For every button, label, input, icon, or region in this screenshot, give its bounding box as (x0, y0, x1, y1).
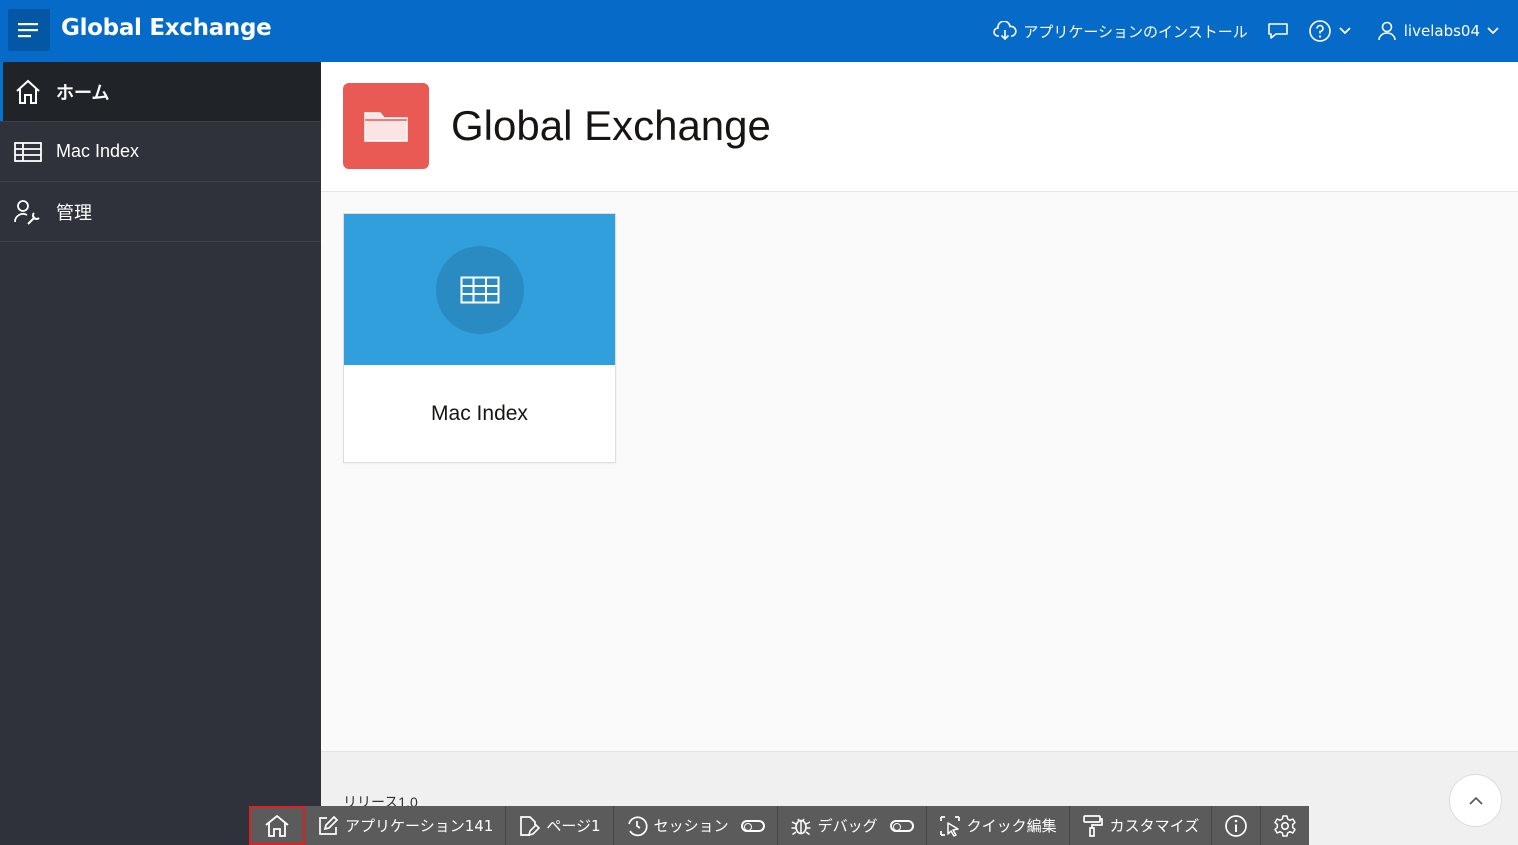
sidebar-item-label: 管理 (56, 202, 92, 223)
devbar-customize-button[interactable]: カスタマイズ (1070, 806, 1213, 845)
table-icon (460, 276, 499, 303)
page-title: Global Exchange (451, 102, 771, 149)
folder-icon (364, 112, 408, 142)
devbar-session-label: セッション (653, 817, 729, 835)
card-mac-index[interactable]: Mac Index (343, 213, 616, 463)
devbar-quick-edit-label: クイック編集 (966, 817, 1057, 835)
app-header: Global Exchange アプリケーションのインストール livelabs… (0, 0, 1518, 62)
page-hero: Global Exchange (321, 62, 1518, 192)
card-header (344, 214, 615, 365)
devbar-info-button[interactable] (1212, 806, 1262, 845)
devbar-debug-label: デバッグ (817, 817, 878, 835)
scroll-to-top-button[interactable] (1449, 774, 1502, 827)
sidebar-item-home[interactable]: ホーム (0, 62, 321, 122)
devbar-settings-button[interactable] (1261, 806, 1309, 845)
hero-icon-tile (343, 83, 429, 169)
bug-icon (791, 818, 811, 835)
devbar-application-button[interactable]: アプリケーション141 (305, 806, 507, 845)
devbar-debug-button[interactable]: デバッグ (778, 806, 927, 845)
devbar-customize-label: カスタマイズ (1109, 817, 1200, 835)
home-icon (264, 814, 289, 837)
devbar-home-button[interactable] (249, 806, 305, 845)
developer-toolbar: アプリケーション141 ページ1 セッション デバッグ クイック編集 カスタマイ… (249, 806, 1310, 845)
cloud-download-icon (993, 21, 1018, 41)
table-icon (14, 141, 42, 162)
sidebar-item-admin[interactable]: 管理 (0, 182, 321, 242)
user-name: livelabs04 (1403, 22, 1480, 40)
toggle-icon (889, 819, 914, 832)
devbar-page-label: ページ1 (546, 817, 601, 835)
paint-roller-icon (1082, 814, 1103, 837)
devbar-session-button[interactable]: セッション (614, 806, 778, 845)
page-edit-icon (520, 815, 541, 836)
user-menu-button[interactable]: livelabs04 (1376, 20, 1500, 42)
help-menu-button[interactable] (1308, 19, 1352, 43)
chat-bubble-icon (1267, 23, 1288, 39)
info-icon (1225, 814, 1248, 837)
chevron-down-icon (1339, 27, 1351, 35)
home-icon (16, 79, 40, 104)
user-icon (1377, 21, 1396, 41)
user-wrench-icon (14, 199, 40, 225)
feedback-button[interactable] (1266, 21, 1290, 41)
chevron-down-icon (1487, 27, 1499, 35)
sidebar-item-label: Mac Index (56, 141, 140, 161)
edit-icon (319, 815, 339, 835)
devbar-quick-edit-button[interactable]: クイック編集 (927, 806, 1070, 845)
devbar-application-label: アプリケーション141 (345, 817, 494, 835)
gear-icon (1274, 814, 1296, 837)
menu-toggle-button[interactable] (8, 9, 50, 51)
card-icon-circle (435, 245, 524, 334)
install-app-button[interactable]: アプリケーションのインストール (993, 21, 1248, 42)
sidebar-item-label: ホーム (56, 82, 110, 103)
app-title[interactable]: Global Exchange (61, 15, 272, 41)
install-app-label: アプリケーションのインストール (1023, 22, 1248, 41)
help-icon (1308, 20, 1331, 42)
sidebar-nav: ホーム Mac Index 管理 (0, 62, 321, 845)
devbar-page-button[interactable]: ページ1 (506, 806, 614, 845)
clock-icon (627, 815, 648, 836)
sidebar-item-mac-index[interactable]: Mac Index (0, 122, 321, 182)
chevron-up-icon (1468, 796, 1483, 805)
card-title: Mac Index (431, 402, 528, 425)
toggle-icon (740, 819, 765, 832)
hamburger-icon (18, 23, 38, 38)
select-cursor-icon (939, 815, 960, 837)
